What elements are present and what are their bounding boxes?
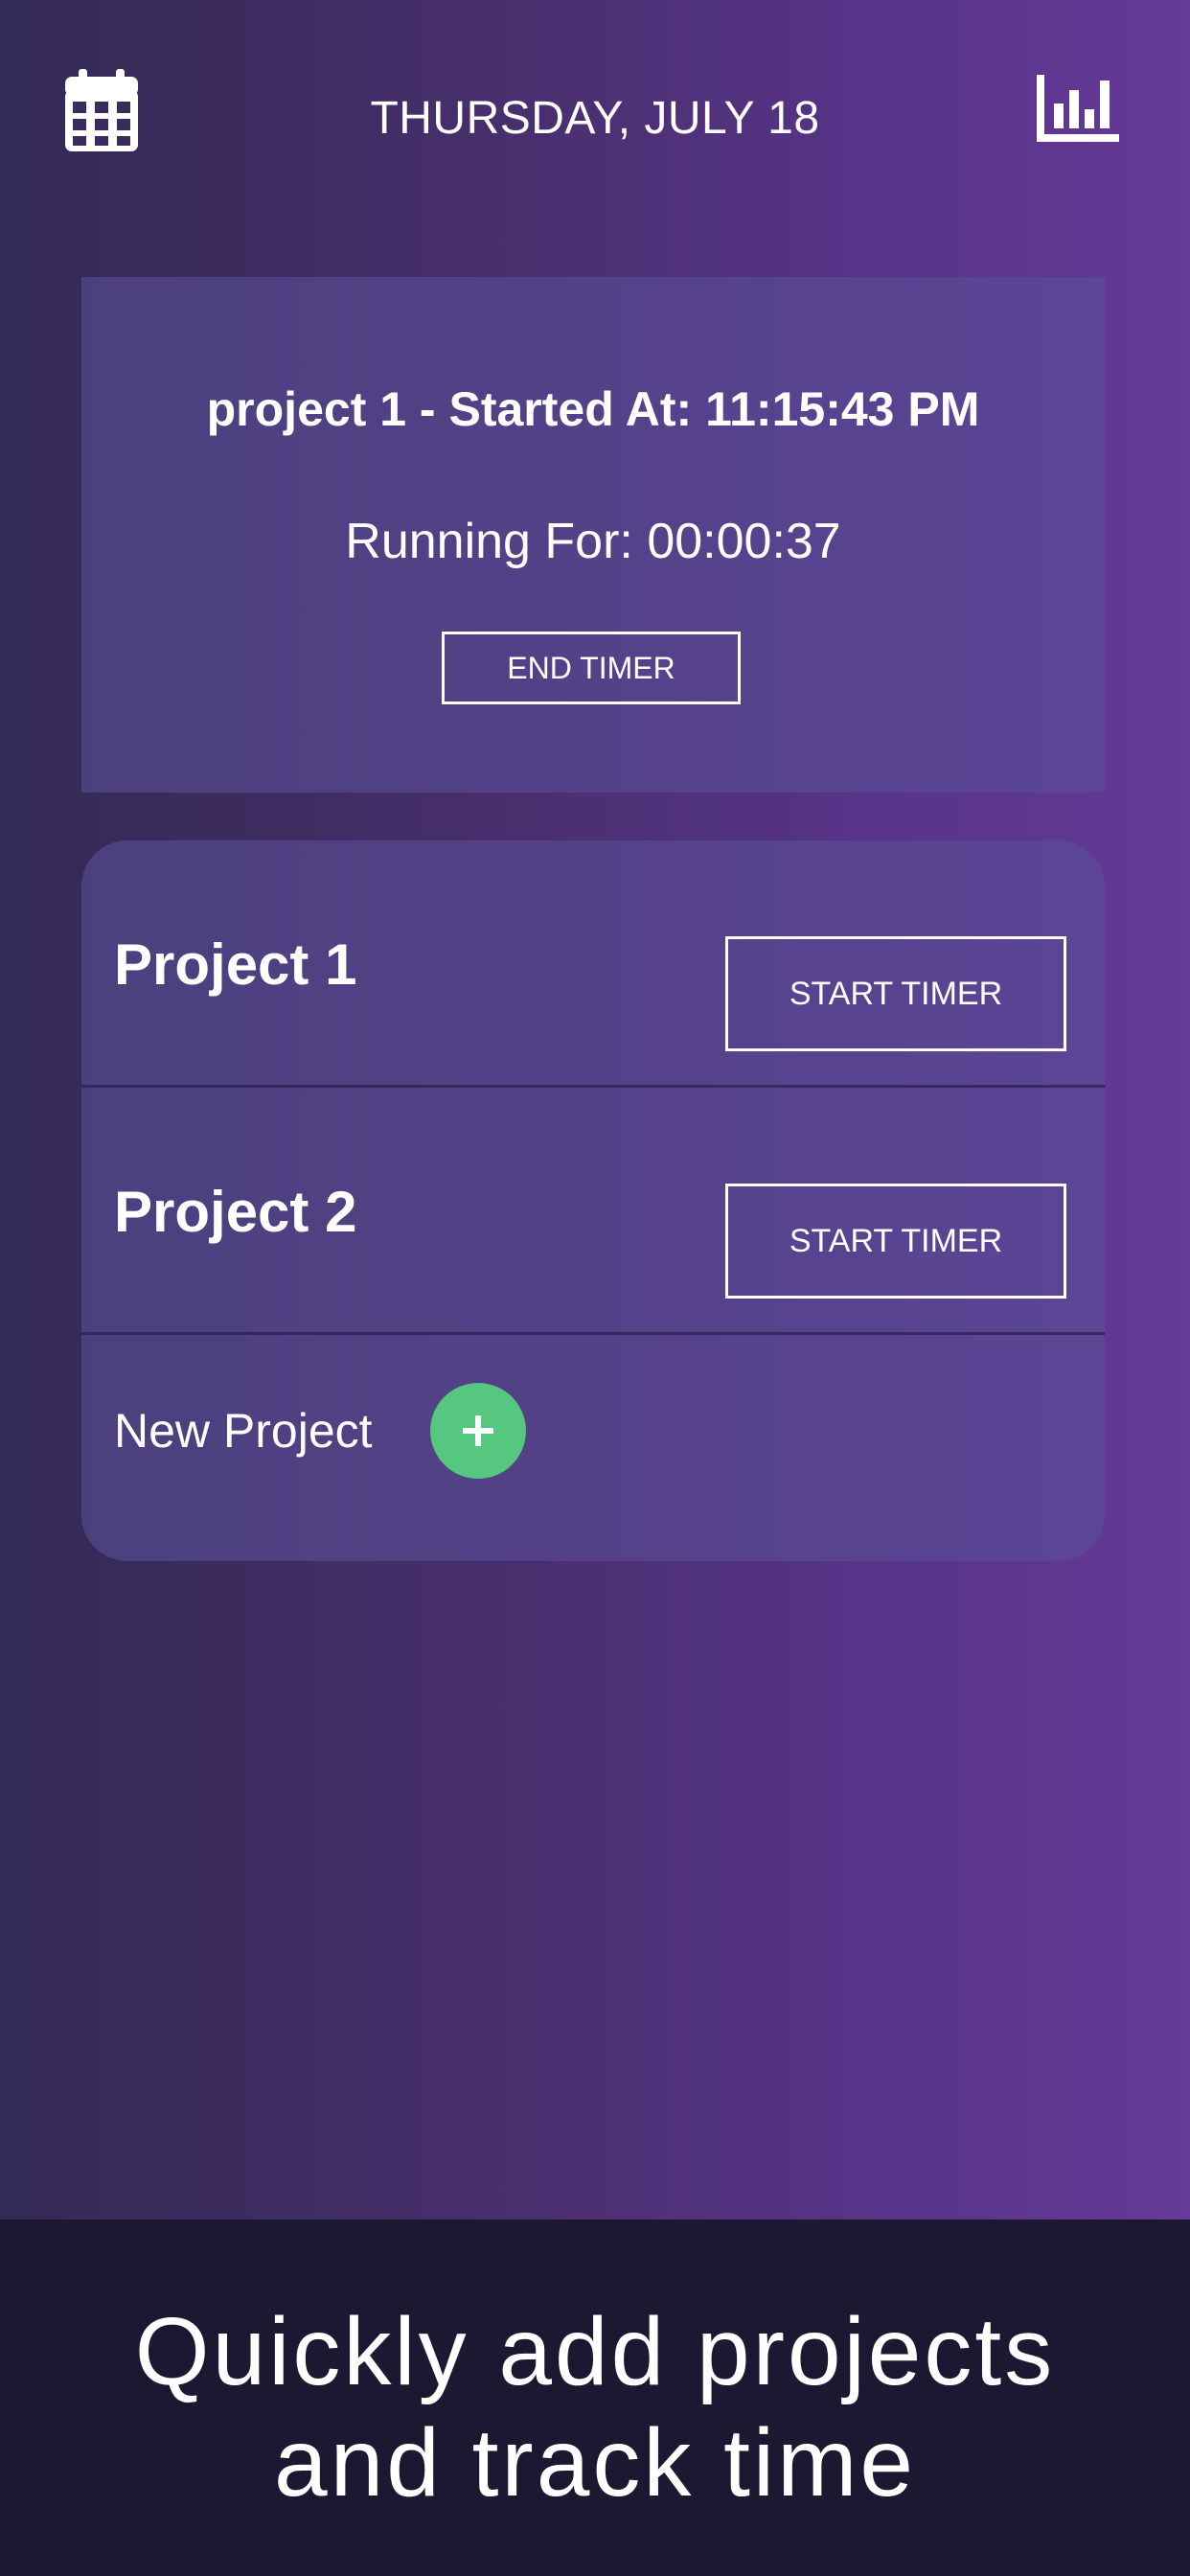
list-item: Project 2 START TIMER [81, 1088, 1105, 1335]
page-title: THURSDAY, JULY 18 [370, 93, 820, 144]
active-timer-card: project 1 - Started At: 11:15:43 PM Runn… [81, 277, 1105, 793]
new-project-label: New Project [114, 1404, 373, 1458]
top-bar: THURSDAY, JULY 18 [0, 0, 1190, 240]
caption-banner: Quickly add projects and track time [0, 2220, 1190, 2576]
start-timer-button[interactable]: START TIMER [725, 936, 1066, 1051]
end-timer-button[interactable]: END TIMER [442, 632, 741, 704]
caption-line-2: and track time [273, 2409, 917, 2517]
bar-chart-icon[interactable] [1037, 75, 1119, 142]
caption-line-1: Quickly add projects [134, 2298, 1056, 2405]
add-project-button[interactable] [430, 1383, 526, 1479]
timer-started-text: project 1 - Started At: 11:15:43 PM [206, 382, 980, 436]
project-name: Project 1 [114, 932, 357, 997]
timer-running-text: Running For: 00:00:37 [345, 514, 841, 569]
plus-icon [463, 1415, 493, 1446]
new-project-row: New Project [81, 1335, 1105, 1561]
project-name: Project 2 [114, 1179, 357, 1244]
list-item: Project 1 START TIMER [81, 840, 1105, 1088]
start-timer-button[interactable]: START TIMER [725, 1184, 1066, 1299]
project-list: Project 1 START TIMER Project 2 START TI… [81, 840, 1105, 1561]
